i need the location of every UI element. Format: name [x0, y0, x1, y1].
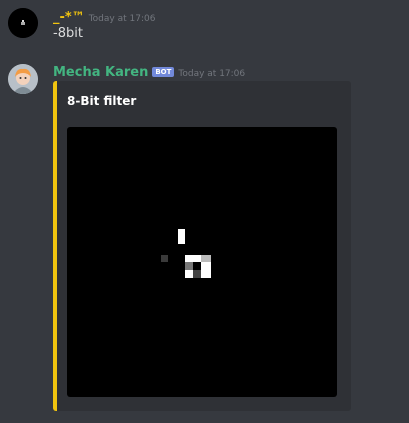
user-avatar[interactable]: [8, 8, 38, 38]
bot-timestamp: Today at 17:06: [178, 69, 246, 79]
message-user: _-*™ Today at 17:06 -8bit: [0, 0, 409, 55]
embed-title: 8-Bit filter: [67, 94, 137, 108]
image-pixel: [178, 229, 185, 244]
username[interactable]: _-*™: [53, 10, 85, 25]
bot-avatar[interactable]: [8, 64, 38, 94]
image-pixel: [161, 255, 168, 262]
image-pixel: [193, 270, 201, 278]
image-pixel: [193, 262, 201, 270]
bot-username[interactable]: Mecha Karen: [53, 65, 148, 80]
message-content: -8bit: [53, 26, 83, 41]
timestamp: Today at 17:06: [88, 14, 156, 24]
embed-image[interactable]: [67, 127, 337, 397]
bot-tag: BOT: [152, 67, 175, 77]
avatar-icon: [8, 8, 38, 38]
image-pixel: [185, 262, 193, 270]
message-header: _-*™ Today at 17:06: [53, 8, 155, 27]
image-pixel: [201, 255, 211, 262]
embed: 8-Bit filter: [53, 81, 351, 411]
bot-message-header: Mecha Karen BOT Today at 17:06: [53, 63, 245, 82]
avatar-icon: [8, 64, 38, 94]
